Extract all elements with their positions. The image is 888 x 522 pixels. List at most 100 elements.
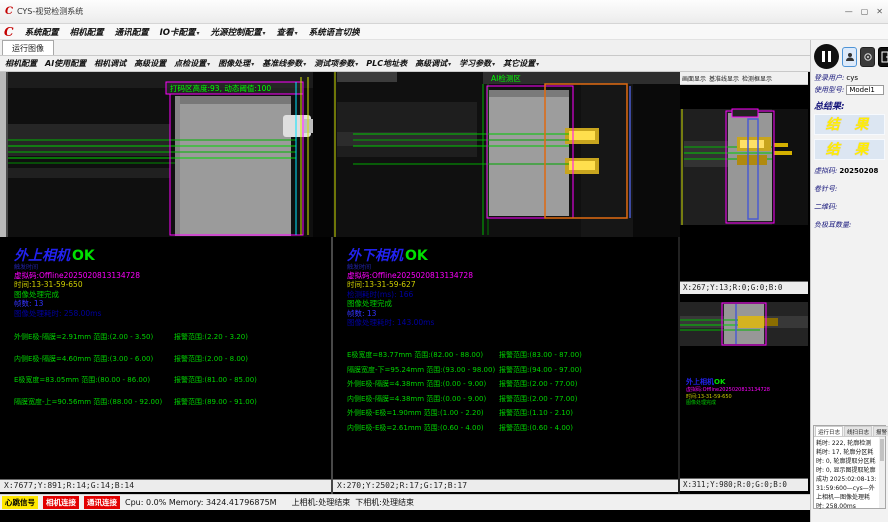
chevron-down-icon: ▾: [492, 61, 495, 68]
tab-run-image[interactable]: 运行图像: [2, 40, 54, 55]
tool-advanced-settings[interactable]: 高级设置: [134, 58, 166, 69]
model-field: 使用型号: Model1: [811, 83, 888, 95]
model-value[interactable]: Model1: [846, 85, 884, 95]
center-camera-name: 外下相机: [347, 248, 403, 264]
thumbnail-view-1[interactable]: [680, 85, 808, 281]
chevron-down-icon: ▾: [197, 30, 200, 37]
measurement-row: 隔膜宽度-上=90.56mm 范围:(88.00 - 92.00)报警范围:(8…: [14, 397, 319, 407]
measurement-row: E极宽度=83.77mm 范围:(82.00 - 88.00)报警范围:(83.…: [347, 350, 652, 360]
tab-linescan-log[interactable]: 线扫日志: [844, 426, 872, 436]
tool-other-settings[interactable]: 其它设置▾: [503, 58, 539, 69]
menu-bar: C 系统配置 相机配置 通讯配置 IO卡配置▾ 光源控制配置▾ 查看▾ 系统语言…: [0, 24, 888, 40]
left-measurements: 外侧E极-隔膜=2.91mm 范围:(2.00 - 3.50)报警范围:(2.2…: [14, 332, 319, 418]
operator-button[interactable]: [842, 47, 857, 67]
chevron-down-icon: ▾: [303, 61, 306, 68]
thumbnail-panel: 画面显示 基准线显示 检测框显示: [680, 72, 808, 494]
exit-button[interactable]: [878, 47, 888, 67]
menu-comm-config[interactable]: 通讯配置: [115, 26, 149, 38]
virtual-code-field: 虚拟码: 20250208: [811, 164, 888, 176]
center-pixel-coords: X:270;Y:2502;R:17;G:17;B:17: [333, 479, 678, 492]
center-result-ok: OK: [405, 248, 428, 264]
pause-button[interactable]: [814, 44, 839, 69]
chevron-down-icon: ▾: [207, 61, 210, 68]
left-camera-image[interactable]: 打码区高度:93, 动态阈值:100: [0, 72, 333, 237]
lock-button[interactable]: [860, 47, 875, 67]
window-title: CYS-视觉检测系统: [17, 6, 83, 17]
thumbnail-2-info: 外上相机OK 虚拟码:Offline2025020813134728 时间:13…: [686, 378, 770, 407]
center-elapsed: 图像处理耗时: 143.00ms: [347, 318, 473, 327]
login-user-value: cys: [846, 74, 858, 82]
menu-camera-config[interactable]: 相机配置: [70, 26, 104, 38]
thumbnail-2-coords: X:311;Y:980;R:0;G:0;B:0: [680, 478, 808, 491]
tool-spot-check[interactable]: 点检设置▾: [174, 58, 210, 69]
tab-image-display[interactable]: 画面显示: [682, 74, 706, 83]
left-camera-panel: 打码区高度:93, 动态阈值:100 外上相机OK 触发时间 虚拟码:Offli…: [0, 72, 333, 494]
menu-system-config[interactable]: 系统配置: [25, 26, 59, 38]
tool-camera-debug[interactable]: 相机调试: [94, 58, 126, 69]
thumbnail-1-coords: X:267;Y:13;R:0;G:0;B:0: [680, 281, 808, 294]
center-detect-elapsed: 检测耗时(ms): 166: [347, 290, 473, 299]
app-logo-icon: C: [5, 6, 13, 17]
thumb2-camera-name: 外上相机: [686, 378, 714, 386]
title-bar: C CYS-视觉检测系统 — ▢ ✕: [0, 0, 888, 24]
tool-camera-config[interactable]: 相机配置: [5, 58, 37, 69]
upper-camera-status: 上相机:处理结束: [292, 497, 351, 508]
tool-advanced-debug[interactable]: 高级调试▾: [415, 58, 451, 69]
chevron-down-icon: ▾: [263, 30, 266, 37]
menu-light-config[interactable]: 光源控制配置▾: [211, 26, 266, 38]
tab-alarm-log[interactable]: 报警日志: [873, 426, 888, 436]
thumb2-result-ok: OK: [714, 378, 725, 386]
left-elapsed: 图像处理耗时: 258.00ms: [14, 309, 140, 318]
login-user-label: 登录用户:: [814, 73, 844, 83]
close-button[interactable]: ✕: [876, 7, 883, 16]
center-camera-panel: AI检测区 外下相机OK 触发时间 虚拟码:Offline20250208131…: [333, 72, 680, 494]
person-icon: [845, 52, 855, 62]
bottom-strip: [0, 510, 810, 522]
minimize-button[interactable]: —: [845, 7, 853, 16]
chevron-down-icon: ▾: [536, 61, 539, 68]
left-camera-info: 外上相机OK 触发时间 虚拟码:Offline2025020813134728 …: [14, 248, 140, 318]
qr-code-field: 二维码:: [811, 200, 888, 212]
login-user-field: 登录用户: cys: [811, 71, 888, 83]
tab-detect-frame-display[interactable]: 检测框显示: [742, 74, 772, 83]
cpu-memory-status: Cpu: 0.0% Memory: 3424.41796875M: [125, 498, 277, 507]
tab-count-field: 负极耳数量:: [811, 218, 888, 230]
menu-view[interactable]: 查看▾: [277, 26, 298, 38]
center-measurements: E极宽度=83.77mm 范围:(82.00 - 88.00)报警范围:(83.…: [347, 350, 652, 437]
brand-logo-icon: C: [4, 25, 14, 39]
doc-tab-row: 运行图像: [0, 40, 810, 56]
status-bar: 心跳信号 相机连接 通讯连接 Cpu: 0.0% Memory: 3424.41…: [0, 494, 810, 510]
left-result-ok: OK: [72, 248, 95, 264]
total-result-label: 总结果:: [811, 95, 888, 113]
tab-run-log[interactable]: 运行日志: [815, 426, 843, 436]
thumbnail-view-2[interactable]: 外上相机OK 虚拟码:Offline2025020813134728 时间:13…: [680, 294, 808, 478]
comm-connection-badge: 通讯连接: [84, 496, 120, 509]
measurement-row: 外侧E极-E极=1.90mm 范围:(1.00 - 2.20)报警范围:(1.1…: [347, 408, 652, 418]
tool-ai-config[interactable]: AI使用配置: [45, 58, 86, 69]
left-status: 图像处理完成: [14, 290, 140, 299]
log-tabs: 运行日志 线扫日志 报警日志: [814, 426, 885, 437]
menu-io-config[interactable]: IO卡配置▾: [160, 26, 200, 38]
main-area: 运行图像 相机配置 AI使用配置 相机调试 高级设置 点检设置▾ 图像处理▾ 基…: [0, 40, 810, 522]
camera-views: 打码区高度:93, 动态阈值:100 外上相机OK 触发时间 虚拟码:Offli…: [0, 72, 810, 494]
left-pixel-coords: X:7677;Y:891;R:14;G:14;B:14: [0, 479, 331, 492]
log-scrollbar[interactable]: [879, 437, 885, 508]
tool-image-processing[interactable]: 图像处理▾: [218, 58, 254, 69]
tab-count-label: 负极耳数量:: [814, 220, 851, 230]
measurement-row: 外侧E极-隔膜=2.91mm 范围:(2.00 - 3.50)报警范围:(2.2…: [14, 332, 319, 342]
center-status: 图像处理完成: [347, 299, 473, 308]
thumb2-status: 图像处理完成: [686, 400, 770, 407]
tool-plc-table[interactable]: PLC地址表: [366, 58, 407, 69]
pin-number-label: 卷针号:: [814, 184, 837, 194]
menu-language-switch[interactable]: 系统语言切换: [309, 26, 360, 38]
center-camera-image[interactable]: AI检测区: [333, 72, 680, 237]
log-box: 运行日志 线扫日志 报警日志 耗时: 222, 轮廓检测耗时: 17, 轮廓分区…: [813, 425, 886, 509]
result-box-2: 结 果: [814, 139, 885, 160]
exit-door-icon: [881, 51, 888, 63]
tool-learning-params[interactable]: 学习参数▾: [459, 58, 495, 69]
result-box-1: 结 果: [814, 114, 885, 135]
maximize-button[interactable]: ▢: [861, 7, 869, 16]
tool-baseline-params[interactable]: 基准线参数▾: [262, 58, 306, 69]
tool-test-params[interactable]: 测试项参数▾: [314, 58, 358, 69]
tab-baseline-display[interactable]: 基准线显示: [709, 74, 739, 83]
